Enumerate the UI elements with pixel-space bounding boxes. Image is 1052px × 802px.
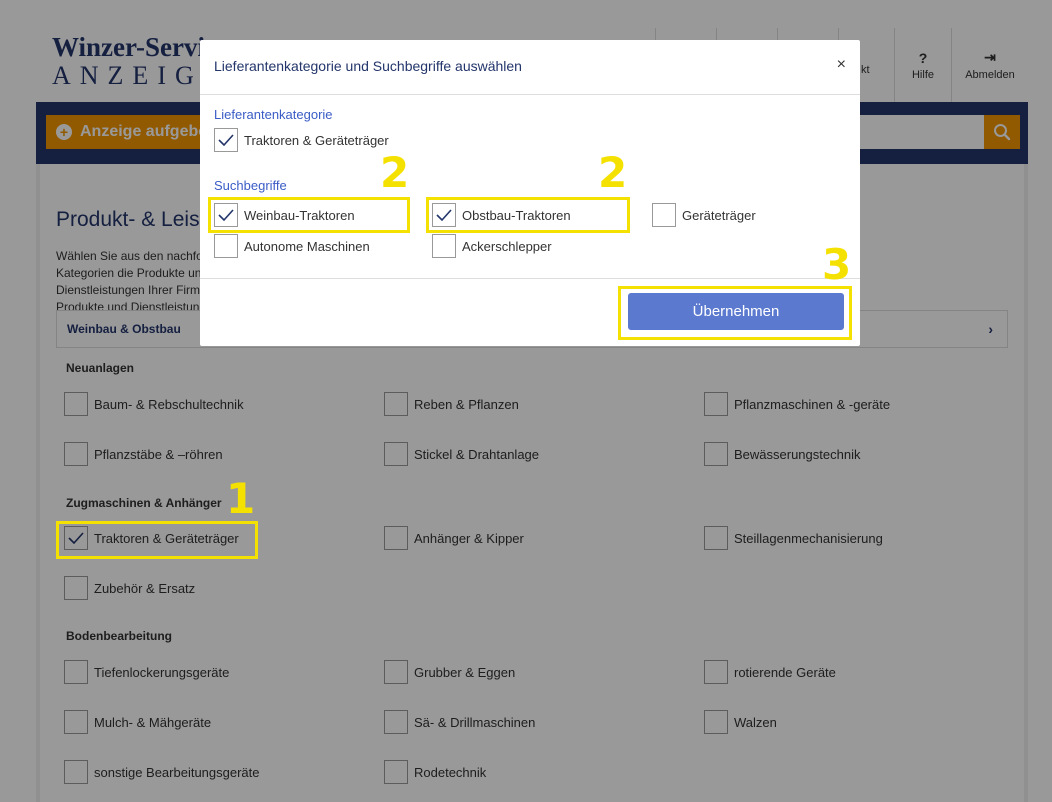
checkbox[interactable] xyxy=(432,234,456,258)
term-checkbox-autonome[interactable]: Autonome Maschinen xyxy=(214,234,370,258)
category-heading: Lieferantenkategorie xyxy=(214,107,333,122)
checkbox-label: Weinbau-Traktoren xyxy=(244,207,355,223)
term-checkbox-obstbau[interactable]: Obstbau-Traktoren xyxy=(432,203,571,227)
step-number-2b: 2 xyxy=(598,148,628,197)
checkmark-icon xyxy=(218,209,234,221)
checkbox-label: Traktoren & Geräteträger xyxy=(244,132,389,148)
checkbox[interactable] xyxy=(214,234,238,258)
checkbox[interactable] xyxy=(652,203,676,227)
checkbox-checked[interactable] xyxy=(214,203,238,227)
dialog-title: Lieferantenkategorie und Suchbegriffe au… xyxy=(214,58,522,74)
category-checkbox-item[interactable]: Traktoren & Geräteträger xyxy=(214,128,389,152)
apply-button[interactable]: Übernehmen xyxy=(628,293,844,330)
term-checkbox-geraetetraeger[interactable]: Geräteträger xyxy=(652,203,756,227)
close-icon[interactable]: × xyxy=(837,56,846,74)
step-number-1: 1 xyxy=(226,474,256,523)
category-search-dialog: Lieferantenkategorie und Suchbegriffe au… xyxy=(200,40,860,346)
checkmark-icon xyxy=(218,134,234,146)
checkbox-label: Ackerschlepper xyxy=(462,238,552,254)
step-number-3: 3 xyxy=(822,240,852,289)
term-checkbox-weinbau[interactable]: Weinbau-Traktoren xyxy=(214,203,355,227)
checkmark-icon xyxy=(436,209,452,221)
term-checkbox-ackerschlepper[interactable]: Ackerschlepper xyxy=(432,234,552,258)
checkbox-checked[interactable] xyxy=(214,128,238,152)
checkbox-label: Obstbau-Traktoren xyxy=(462,207,571,223)
dialog-divider xyxy=(200,278,860,279)
step-number-2a: 2 xyxy=(380,148,410,197)
checkbox-label: Autonome Maschinen xyxy=(244,238,370,254)
search-terms-heading: Suchbegriffe xyxy=(214,178,287,193)
dialog-divider xyxy=(200,94,860,95)
checkbox-checked[interactable] xyxy=(432,203,456,227)
checkbox-label: Geräteträger xyxy=(682,207,756,223)
